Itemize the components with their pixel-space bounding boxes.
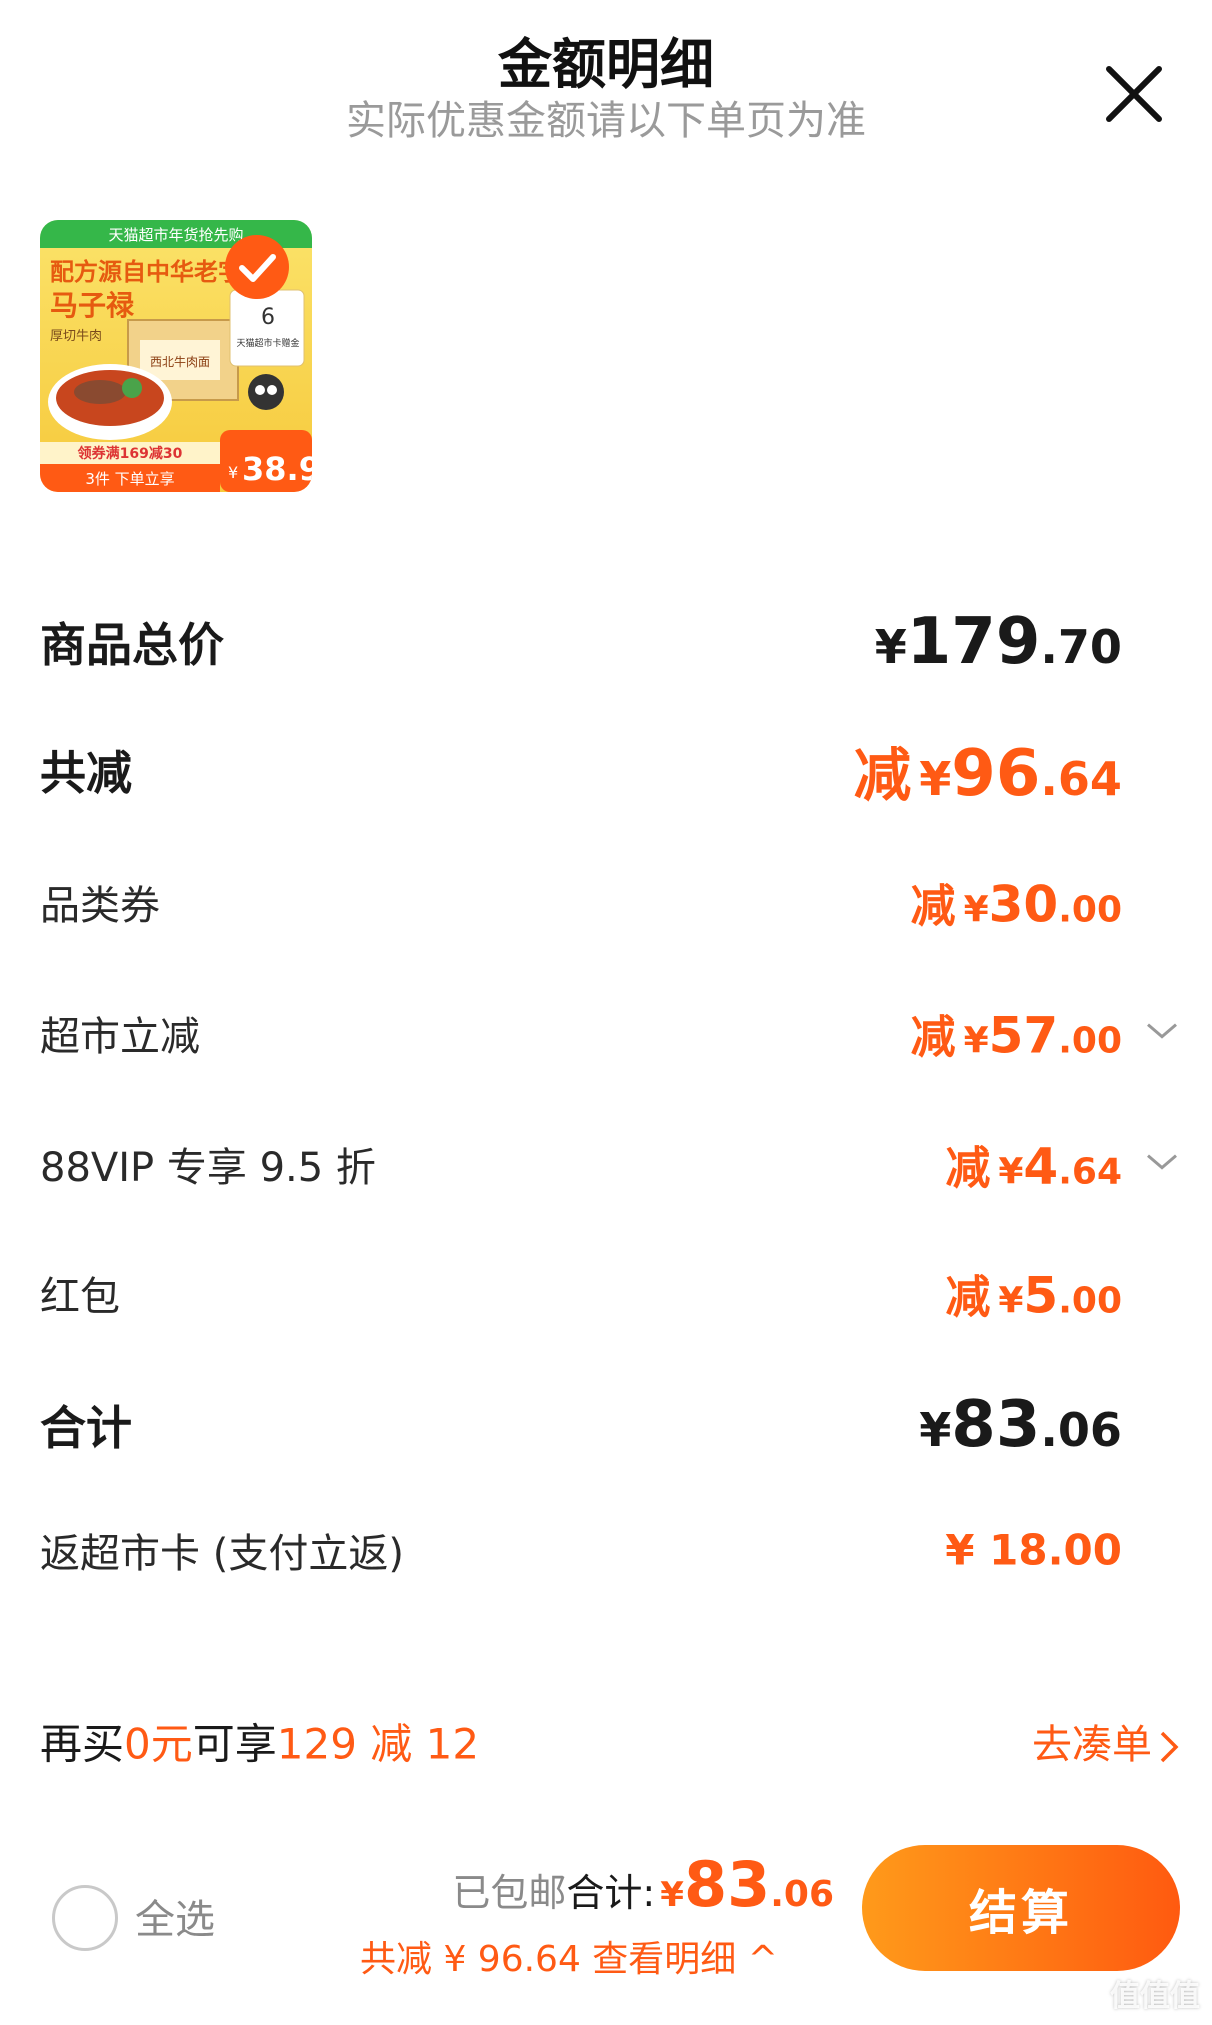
selected-check-icon[interactable] [222,232,292,302]
card-rebate-row: 返超市卡 (支付立返) ¥ 18.00 [40,1510,1180,1590]
page-subtitle: 实际优惠金额请以下单页为准 [346,98,866,144]
vip-discount-label: 88VIP 专享 9.5 折 [40,1145,376,1191]
view-details-link[interactable]: 共减 ¥ 96.64 查看明细 ^ [360,1930,778,1982]
product-thumbnail[interactable]: 天猫超市年货抢先购 配方源自中华老字号 马子禄 厚切牛肉 西北牛肉面 6 天猫超… [40,220,312,492]
supermarket-discount-row[interactable]: 超市立减 减 ¥57.00 [40,993,1180,1073]
watermark: 值值值 [1110,1979,1200,2014]
product-price: 38.9 [242,450,312,488]
supermarket-discount-label: 超市立减 [40,1014,200,1060]
goods-total-row: 商品总价 ¥179.70 [40,602,1180,682]
select-all-label[interactable]: 全选 [135,1887,215,1945]
product-coupon-text: 领券满169减30 [78,445,183,462]
select-all-radio[interactable] [52,1885,118,1951]
red-packet-row: 红包 减 ¥5.00 [40,1253,1180,1333]
category-coupon-label: 品类券 [40,883,160,929]
red-packet-value: 减 ¥5.00 [945,1266,1122,1325]
chevron-down-icon[interactable] [1144,1150,1180,1174]
goods-total-label: 商品总价 [40,618,224,672]
goods-total-value: ¥179.70 [874,605,1122,679]
product-bottom-text: 3件 下单立享 [85,470,174,488]
add-on-link[interactable]: 去凑单 [1032,1712,1180,1770]
total-discount-row: 共减 减 ¥96.64 [40,730,1180,811]
total-discount-label: 共减 [40,746,132,800]
product-brand: 马子禄 [50,289,135,322]
product-price-prefix: ¥ [228,463,238,482]
close-icon [1106,66,1162,122]
category-coupon-row: 品类券 减 ¥30.00 [40,862,1180,942]
total-row: 合计 ¥83.06 [40,1385,1180,1465]
supermarket-discount-value: 减 ¥57.00 [910,1006,1122,1065]
chevron-down-icon[interactable] [1144,1019,1180,1043]
total-value: ¥83.06 [919,1388,1122,1462]
category-coupon-value: 减 ¥30.00 [910,875,1122,934]
product-card-text: 天猫超市卡赠金 [236,337,299,349]
total-label: 合计 [40,1401,132,1455]
product-box-text: 西北牛肉面 [150,354,210,369]
red-packet-label: 红包 [40,1274,120,1320]
footer-total-amount: ¥83.06 [660,1848,834,1921]
promo-text: 再买0元可享129 减 12 [40,1719,480,1769]
vip-discount-value: 减 ¥4.64 [945,1137,1122,1196]
shipping-label: 已包邮 [452,1871,567,1915]
footer-total: 已包邮合计: ¥83.06 [452,1848,834,1921]
total-discount-value: 减 ¥96.64 [853,737,1122,811]
sheet-header: 金额明细 实际优惠金额请以下单页为准 [0,0,1212,160]
promo-row: 再买0元可享129 减 12 去凑单 [40,1706,1180,1776]
bottom-bar: 全选 已包邮合计: ¥83.06 共减 ¥ 96.64 查看明细 ^ 结算 值值… [0,1830,1212,2025]
vip-discount-row[interactable]: 88VIP 专享 9.5 折 减 ¥4.64 [40,1124,1180,1204]
product-card-amount: 6 [261,305,275,330]
footer-total-label: 合计: [566,1871,656,1915]
close-button[interactable] [1095,55,1173,133]
product-line1: 厚切牛肉 [50,329,102,344]
checkout-button[interactable]: 结算 [862,1845,1180,1971]
chevron-right-icon [1160,1731,1179,1763]
card-rebate-label: 返超市卡 (支付立返) [40,1531,404,1577]
card-rebate-value: ¥ 18.00 [945,1525,1122,1575]
